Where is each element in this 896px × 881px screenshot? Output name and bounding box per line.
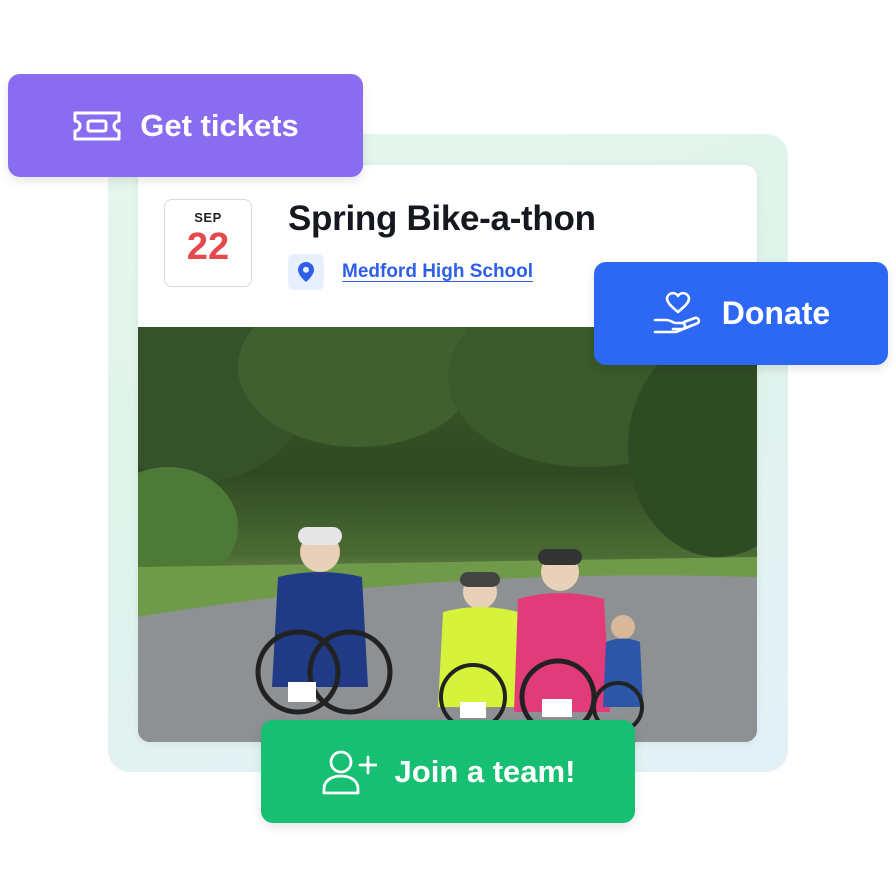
donate-button[interactable]: Donate (594, 262, 888, 365)
date-badge: SEP 22 (164, 199, 252, 287)
ticket-icon (73, 111, 121, 140)
donate-label: Donate (721, 295, 831, 331)
event-photo (138, 327, 757, 742)
date-month: SEP (194, 210, 222, 225)
add-user-icon (322, 750, 377, 794)
join-team-label: Join a team! (394, 753, 576, 789)
event-title: Spring Bike-a-thon (288, 199, 596, 238)
location-link[interactable]: Medford High School (342, 261, 533, 283)
heart-hand-icon (653, 291, 700, 333)
event-card: SEP 22 Spring Bike-a-thon Medford High S… (138, 165, 757, 742)
get-tickets-button[interactable]: Get tickets (8, 74, 363, 177)
join-team-button[interactable]: Join a team! (261, 720, 635, 823)
date-day: 22 (186, 226, 230, 268)
get-tickets-label: Get tickets (140, 107, 299, 143)
location-pin-icon (288, 254, 324, 290)
